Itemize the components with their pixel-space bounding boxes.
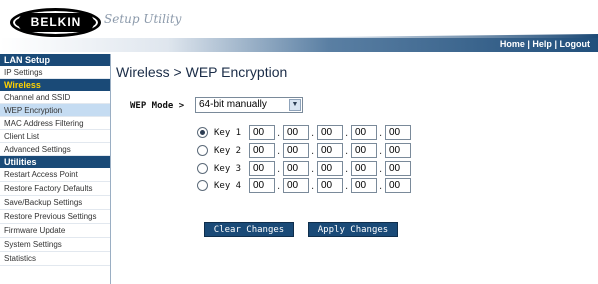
key-3-radio[interactable]: [197, 163, 208, 174]
key-3-byte-3[interactable]: 00: [317, 161, 343, 176]
sidebar-item-channel-ssid[interactable]: Channel and SSID: [0, 91, 110, 104]
link-separator: |: [554, 39, 557, 49]
section-lan-setup: LAN Setup: [0, 54, 110, 66]
sidebar-item-statistics[interactable]: Statistics: [0, 252, 110, 266]
key-row-4: Key 4 00 . 00 . 00 . 00 . 00: [197, 178, 417, 194]
key-3-byte-2[interactable]: 00: [283, 161, 309, 176]
home-link[interactable]: Home: [500, 39, 525, 49]
key-label: Key 4: [214, 181, 242, 191]
byte-separator: .: [277, 181, 281, 192]
key-label: Key 2: [214, 146, 242, 156]
byte-separator: .: [345, 181, 349, 192]
sidebar-item-restart-ap[interactable]: Restart Access Point: [0, 168, 110, 182]
key-1-byte-5[interactable]: 00: [385, 125, 411, 140]
key-4-byte-4[interactable]: 00: [351, 178, 377, 193]
byte-separator: .: [345, 164, 349, 175]
sidebar-item-client-list[interactable]: Client List: [0, 130, 110, 143]
key-3-byte-4[interactable]: 00: [351, 161, 377, 176]
key-1-byte-2[interactable]: 00: [283, 125, 309, 140]
header: BELKIN Setup Utility Home | Help | Logou…: [0, 0, 598, 52]
chevron-down-icon[interactable]: ▼: [289, 99, 301, 111]
byte-separator: .: [277, 164, 281, 175]
key-3-byte-5[interactable]: 00: [385, 161, 411, 176]
byte-separator: .: [311, 164, 315, 175]
product-name: Setup Utility: [104, 12, 182, 26]
wep-mode-select[interactable]: 64-bit manually ▼: [195, 97, 303, 113]
key-4-radio[interactable]: [197, 180, 208, 191]
key-2-byte-5[interactable]: 00: [385, 143, 411, 158]
sidebar-item-wep-encryption[interactable]: WEP Encryption: [0, 104, 110, 117]
section-utilities: Utilities: [0, 156, 110, 168]
section-wireless: Wireless: [0, 79, 110, 91]
sidebar-item-mac-filtering[interactable]: MAC Address Filtering: [0, 117, 110, 130]
top-links: Home | Help | Logout: [500, 38, 590, 50]
key-1-byte-4[interactable]: 00: [351, 125, 377, 140]
clear-changes-button[interactable]: Clear Changes: [204, 222, 294, 237]
key-2-byte-3[interactable]: 00: [317, 143, 343, 158]
byte-separator: .: [311, 181, 315, 192]
sidebar-item-restore-previous[interactable]: Restore Previous Settings: [0, 210, 110, 224]
help-link[interactable]: Help: [532, 39, 552, 49]
byte-separator: .: [379, 146, 383, 157]
key-row-1: Key 1 00 . 00 . 00 . 00 . 00: [197, 125, 417, 141]
wep-mode-label: WEP Mode >: [130, 101, 185, 111]
link-separator: |: [527, 39, 530, 49]
byte-separator: .: [311, 146, 315, 157]
byte-separator: .: [345, 146, 349, 157]
key-row-2: Key 2 00 . 00 . 00 . 00 . 00: [197, 143, 417, 159]
key-4-byte-1[interactable]: 00: [249, 178, 275, 193]
key-2-byte-2[interactable]: 00: [283, 143, 309, 158]
wep-mode-value: 64-bit manually: [199, 99, 267, 110]
sidebar-item-system-settings[interactable]: System Settings: [0, 238, 110, 252]
key-3-byte-1[interactable]: 00: [249, 161, 275, 176]
key-row-3: Key 3 00 . 00 . 00 . 00 . 00: [197, 161, 417, 177]
byte-separator: .: [277, 146, 281, 157]
key-1-byte-3[interactable]: 00: [317, 125, 343, 140]
byte-separator: .: [379, 128, 383, 139]
key-4-byte-2[interactable]: 00: [283, 178, 309, 193]
byte-separator: .: [379, 181, 383, 192]
key-2-byte-4[interactable]: 00: [351, 143, 377, 158]
key-1-radio[interactable]: [197, 127, 208, 138]
byte-separator: .: [311, 128, 315, 139]
key-label: Key 1: [214, 128, 242, 138]
key-2-radio[interactable]: [197, 145, 208, 156]
byte-separator: .: [379, 164, 383, 175]
sidebar-item-save-backup[interactable]: Save/Backup Settings: [0, 196, 110, 210]
sidebar: LAN Setup IP Settings Wireless Channel a…: [0, 54, 111, 284]
apply-changes-button[interactable]: Apply Changes: [308, 222, 398, 237]
key-label: Key 3: [214, 164, 242, 174]
key-2-byte-1[interactable]: 00: [249, 143, 275, 158]
sidebar-item-ip-settings[interactable]: IP Settings: [0, 66, 110, 79]
key-1-byte-1[interactable]: 00: [249, 125, 275, 140]
logout-link[interactable]: Logout: [560, 39, 591, 49]
byte-separator: .: [345, 128, 349, 139]
page-title: Wireless > WEP Encryption: [116, 64, 288, 80]
byte-separator: .: [277, 128, 281, 139]
key-4-byte-5[interactable]: 00: [385, 178, 411, 193]
sidebar-item-advanced-settings[interactable]: Advanced Settings: [0, 143, 110, 156]
key-4-byte-3[interactable]: 00: [317, 178, 343, 193]
brand-name: BELKIN: [18, 13, 94, 32]
sidebar-item-restore-defaults[interactable]: Restore Factory Defaults: [0, 182, 110, 196]
sidebar-item-firmware-update[interactable]: Firmware Update: [0, 224, 110, 238]
